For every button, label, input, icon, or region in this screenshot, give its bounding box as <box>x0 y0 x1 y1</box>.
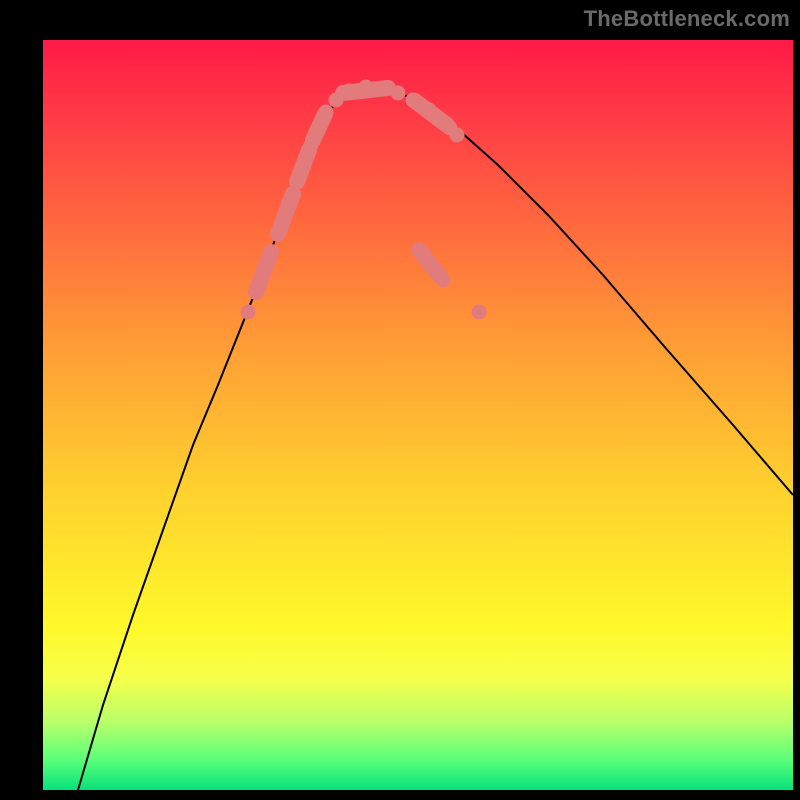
highlight-point <box>329 93 344 108</box>
highlight-point <box>249 285 264 300</box>
highlight-point <box>450 128 465 143</box>
bottleneck-curve <box>78 87 793 790</box>
highlight-point <box>359 80 374 95</box>
highlight-point <box>422 103 437 118</box>
highlight-point <box>304 138 319 153</box>
highlight-point <box>297 156 312 171</box>
highlight-pills <box>256 88 447 292</box>
highlight-pill <box>419 250 439 275</box>
highlight-point <box>436 273 451 288</box>
highlight-markers <box>241 80 487 320</box>
highlight-point <box>262 251 277 266</box>
highlight-point <box>472 305 487 320</box>
highlight-point <box>271 227 286 242</box>
highlight-point <box>282 197 297 212</box>
highlight-point <box>342 84 357 99</box>
highlight-point <box>241 305 256 320</box>
chart-frame <box>43 40 793 790</box>
highlight-point <box>290 175 305 190</box>
highlight-point <box>376 81 391 96</box>
highlight-point <box>319 105 334 120</box>
highlight-point <box>406 93 421 108</box>
watermark-text: TheBottleneck.com <box>584 6 790 32</box>
highlight-point <box>391 86 406 101</box>
highlight-point <box>311 121 326 136</box>
chart-svg <box>43 40 793 790</box>
